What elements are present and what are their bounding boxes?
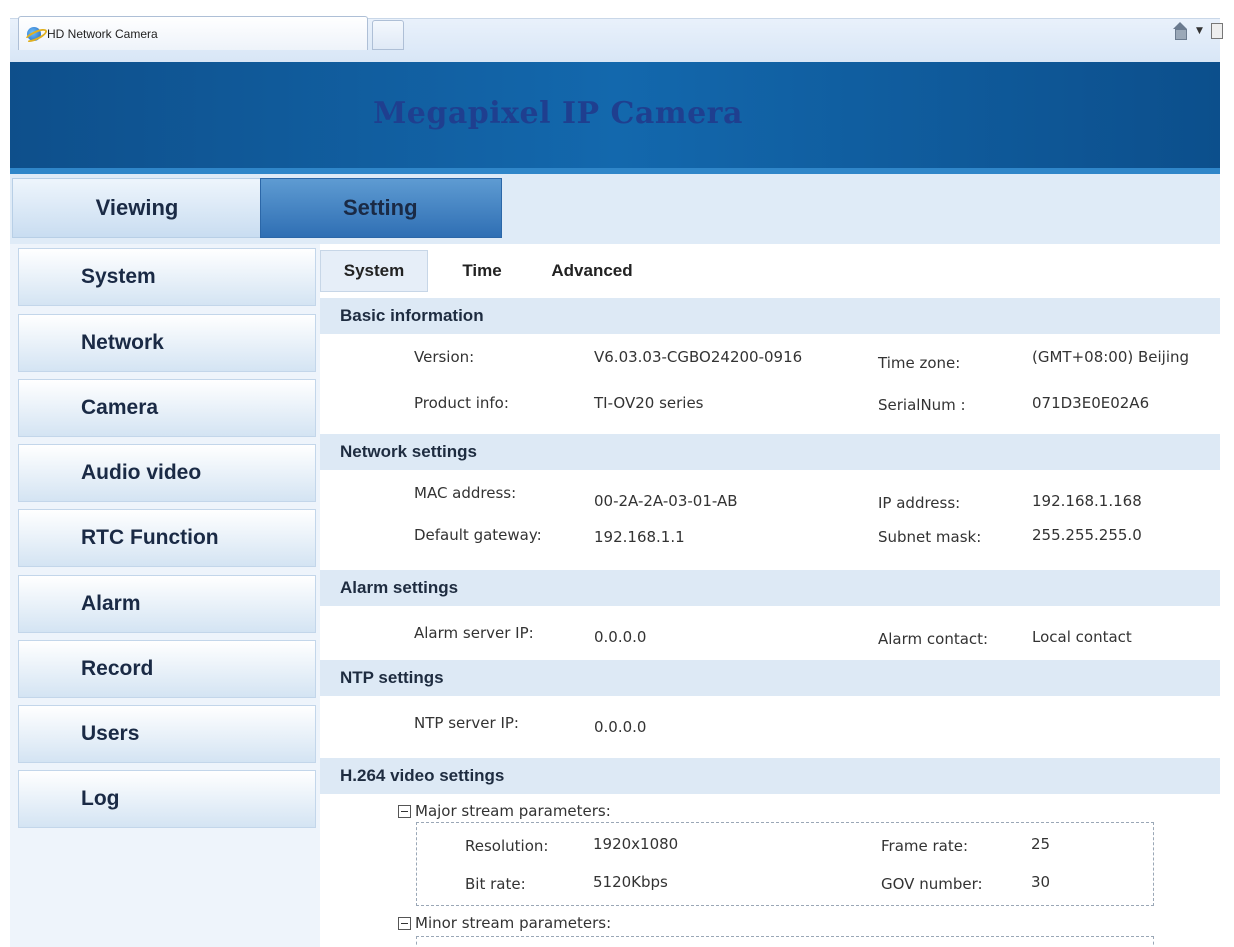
timezone-value: (GMT+08:00) Beijing	[1032, 348, 1190, 366]
sidebar-item-system[interactable]: System	[18, 248, 316, 306]
gov-value: 30	[1031, 873, 1051, 891]
tab-setting[interactable]: Setting	[260, 178, 502, 238]
row-mac: MAC address: 00-2A-2A-03-01-AB IP addres…	[320, 478, 1220, 512]
gateway-value: 192.168.1.1	[594, 528, 685, 546]
alarm-contact-label: Alarm contact:	[878, 630, 989, 648]
subtab-advanced[interactable]: Advanced	[532, 250, 652, 292]
subtab-time[interactable]: Time	[438, 250, 526, 292]
browser-toolbar: ▼	[1172, 22, 1223, 40]
settings-content: System Time Advanced Basic information V…	[320, 244, 1220, 947]
serial-value: 071D3E0E02A6	[1032, 394, 1150, 412]
row-gateway: Default gateway: 192.168.1.1 Subnet mask…	[320, 516, 1220, 550]
major-stream-box: Resolution: 1920x1080 Frame rate: 25 Bit…	[416, 822, 1154, 906]
main-tab-bar: Viewing Setting	[10, 174, 1220, 244]
minor-stream-box	[416, 936, 1154, 947]
section-basic-information: Basic information	[320, 298, 1220, 334]
sidebar-item-rtc-function[interactable]: RTC Function	[18, 509, 316, 567]
resolution-label: Resolution:	[465, 837, 549, 855]
sidebar-item-record[interactable]: Record	[18, 640, 316, 698]
ntp-server-value: 0.0.0.0	[594, 718, 647, 736]
browser-tab-strip: HD Network Camera ▼	[0, 0, 1234, 62]
ip-value: 192.168.1.168	[1032, 492, 1142, 510]
sidebar-item-log[interactable]: Log	[18, 770, 316, 828]
row-ntp: NTP server IP: 0.0.0.0	[320, 704, 1220, 738]
sidebar-item-alarm[interactable]: Alarm	[18, 575, 316, 633]
framerate-value: 25	[1031, 835, 1051, 853]
new-tab-button[interactable]	[372, 20, 404, 50]
ie-icon	[27, 26, 41, 41]
alarm-server-label: Alarm server IP:	[414, 624, 534, 642]
ip-label: IP address:	[878, 494, 961, 512]
subnet-value: 255.255.255.0	[1032, 526, 1142, 544]
sidebar-item-users[interactable]: Users	[18, 705, 316, 763]
row-alarm: Alarm server IP: 0.0.0.0 Alarm contact: …	[320, 614, 1220, 648]
serial-label: SerialNum :	[878, 396, 966, 414]
banner: Megapixel IP Camera	[10, 62, 1220, 174]
bitrate-label: Bit rate:	[465, 875, 526, 893]
subtab-system[interactable]: System	[320, 250, 428, 292]
collapse-icon[interactable]	[398, 804, 411, 818]
version-value: V6.03.03-CGBO24200-0916	[594, 348, 803, 366]
sidebar: System Network Camera Audio video RTC Fu…	[10, 244, 320, 947]
sidebar-item-network[interactable]: Network	[18, 314, 316, 372]
minor-stream-label: Minor stream parameters:	[415, 914, 612, 932]
version-label: Version:	[414, 348, 475, 366]
major-stream-label: Major stream parameters:	[415, 802, 611, 820]
gov-label: GOV number:	[881, 875, 983, 893]
resolution-value: 1920x1080	[593, 835, 679, 853]
mac-label: MAC address:	[414, 484, 517, 502]
collapse-icon[interactable]	[398, 916, 411, 930]
row-version: Version: V6.03.03-CGBO24200-0916 Time zo…	[320, 342, 1220, 376]
framerate-label: Frame rate:	[881, 837, 969, 855]
browser-tab[interactable]: HD Network Camera	[18, 16, 368, 50]
timezone-label: Time zone:	[878, 354, 961, 372]
product-label: Product info:	[414, 394, 509, 412]
section-network-settings: Network settings	[320, 434, 1220, 470]
banner-title: Megapixel IP Camera	[373, 96, 743, 131]
bitrate-value: 5120Kbps	[593, 873, 668, 891]
row-product: Product info: TI-OV20 series SerialNum :…	[320, 376, 1220, 414]
section-h264-video-settings: H.264 video settings	[320, 758, 1220, 794]
gateway-label: Default gateway:	[414, 526, 542, 544]
browser-tab-title: HD Network Camera	[47, 26, 158, 41]
ntp-server-label: NTP server IP:	[414, 714, 519, 732]
major-stream-header[interactable]: Major stream parameters:	[398, 802, 611, 820]
home-icon[interactable]	[1172, 22, 1188, 40]
section-alarm-settings: Alarm settings	[320, 570, 1220, 606]
tab-viewing[interactable]: Viewing	[12, 178, 262, 238]
dropdown-icon[interactable]: ▼	[1196, 26, 1203, 36]
sidebar-item-camera[interactable]: Camera	[18, 379, 316, 437]
minor-stream-header[interactable]: Minor stream parameters:	[398, 914, 611, 932]
page-icon[interactable]	[1210, 23, 1223, 39]
alarm-server-value: 0.0.0.0	[594, 628, 647, 646]
sub-tab-bar: System Time Advanced	[320, 250, 1220, 292]
subnet-label: Subnet mask:	[878, 528, 982, 546]
alarm-contact-value: Local contact	[1032, 628, 1132, 646]
mac-value: 00-2A-2A-03-01-AB	[594, 492, 738, 510]
product-value: TI-OV20 series	[594, 394, 704, 412]
sidebar-item-audio-video[interactable]: Audio video	[18, 444, 316, 502]
section-ntp-settings: NTP settings	[320, 660, 1220, 696]
